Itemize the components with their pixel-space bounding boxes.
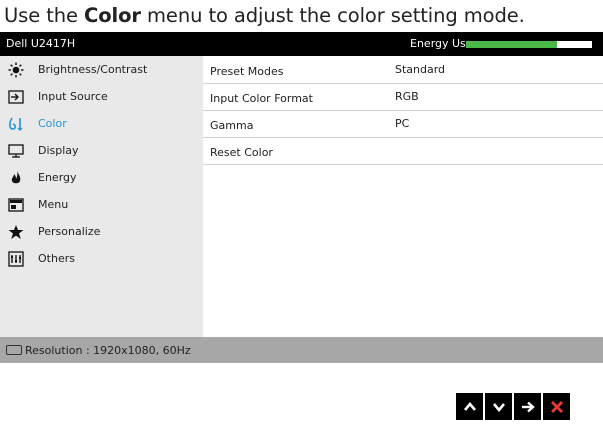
resolution-icon (6, 345, 22, 355)
setting-label: Gamma (210, 119, 254, 132)
setting-row-input-color-format[interactable]: Input Color Format RGB (203, 83, 603, 111)
arrow-right-icon (521, 400, 535, 414)
resolution-text: Resolution : 1920x1080, 60Hz (25, 344, 191, 357)
sidebar-item-label: Others (38, 252, 75, 265)
sidebar-item-label: Energy (38, 171, 77, 184)
brightness-icon (8, 62, 24, 78)
setting-row-reset-color[interactable]: Reset Color (203, 137, 603, 165)
sidebar-item-label: Display (38, 144, 79, 157)
osd-sidebar: Brightness/Contrast Input Source Color D… (0, 56, 203, 337)
caption-pre: Use the (4, 4, 85, 27)
sidebar-item-personalize[interactable]: Personalize (0, 218, 203, 245)
energy-use-remainder (556, 41, 592, 48)
menu-icon (8, 197, 24, 213)
osd-menu: Dell U2417H Energy Use Brightness/Contra… (0, 32, 603, 363)
setting-value: RGB (395, 90, 419, 103)
monitor-model: Dell U2417H (6, 37, 76, 50)
setting-label: Reset Color (210, 146, 273, 159)
energy-use-label: Energy Use (410, 37, 473, 50)
setting-label: Input Color Format (210, 92, 313, 105)
nav-up-button[interactable] (456, 393, 483, 420)
sidebar-item-label: Color (38, 117, 67, 130)
sidebar-item-label: Personalize (38, 225, 101, 238)
caption-post: menu to adjust the color setting mode. (140, 4, 525, 27)
setting-row-preset-modes[interactable]: Preset Modes Standard (203, 56, 603, 84)
setting-value: PC (395, 117, 410, 130)
setting-row-gamma[interactable]: Gamma PC (203, 110, 603, 138)
instruction-caption: Use the Color menu to adjust the color s… (4, 4, 525, 27)
nav-enter-button[interactable] (514, 393, 541, 420)
others-icon (8, 251, 24, 267)
sidebar-item-label: Menu (38, 198, 69, 211)
chevron-down-icon (492, 400, 506, 414)
caption-bold: Color (84, 4, 141, 27)
sidebar-item-label: Input Source (38, 90, 108, 103)
sidebar-item-color[interactable]: Color (0, 110, 203, 137)
chevron-up-icon (463, 400, 477, 414)
nav-exit-button[interactable] (543, 393, 570, 420)
setting-label: Preset Modes (210, 65, 284, 78)
nav-down-button[interactable] (485, 393, 512, 420)
color-settings-panel: Preset Modes Standard Input Color Format… (203, 56, 603, 337)
sidebar-item-input-source[interactable]: Input Source (0, 83, 203, 110)
osd-title-bar: Dell U2417H Energy Use (0, 32, 603, 56)
energy-use-bar (466, 41, 592, 48)
energy-icon (8, 170, 24, 186)
sidebar-item-menu[interactable]: Menu (0, 191, 203, 218)
setting-value: Standard (395, 63, 446, 76)
sidebar-item-label: Brightness/Contrast (38, 63, 148, 76)
sidebar-item-brightness-contrast[interactable]: Brightness/Contrast (0, 56, 203, 83)
star-icon (8, 224, 24, 240)
display-icon (8, 143, 24, 159)
input-source-icon (8, 89, 24, 105)
close-icon (550, 400, 564, 414)
sidebar-item-others[interactable]: Others (0, 245, 203, 272)
status-footer: Resolution : 1920x1080, 60Hz (0, 337, 603, 363)
sidebar-item-display[interactable]: Display (0, 137, 203, 164)
color-icon (8, 116, 24, 132)
sidebar-item-energy[interactable]: Energy (0, 164, 203, 191)
